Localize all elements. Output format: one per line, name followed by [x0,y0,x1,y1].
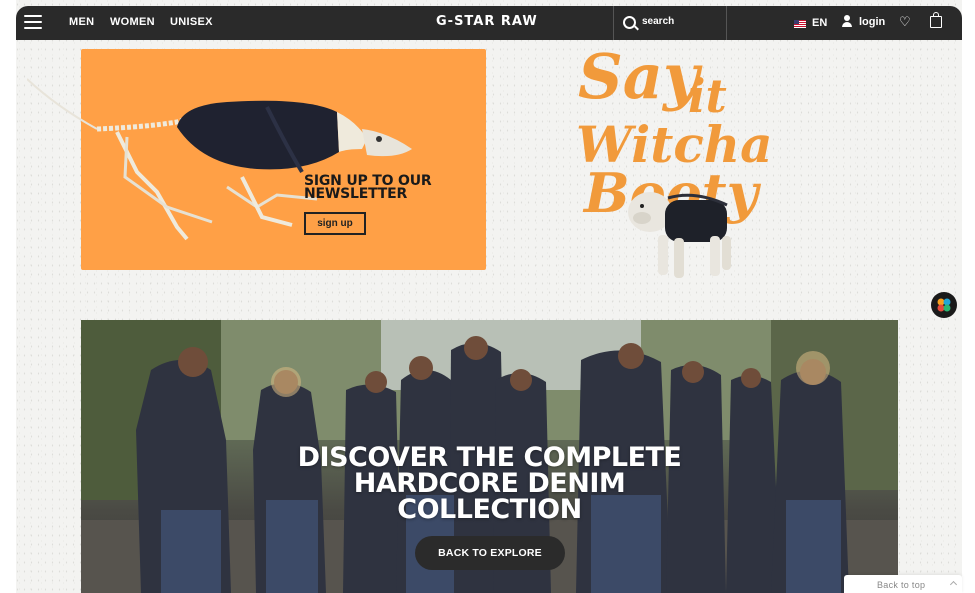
brand-logo[interactable]: G-STAR RAW [436,14,538,29]
art-text-say: Say [578,40,703,113]
banner-headline-line-3: COLLECTION [397,494,582,525]
chevron-up-icon [949,580,958,589]
back-to-explore-button[interactable]: BACK TO EXPLORE [415,536,565,570]
bulldog-illustration [628,192,731,278]
menu-icon[interactable] [24,15,42,29]
search-icon [623,16,636,29]
nav-link-men[interactable]: MEN [69,16,94,28]
bag-icon[interactable] [930,12,942,28]
language-selector[interactable]: EN [812,17,827,29]
window-edge-right [962,0,975,593]
user-icon[interactable] [842,15,852,29]
top-navigation: MEN WOMEN UNISEX G-STAR RAW search EN lo… [16,6,962,40]
login-link[interactable]: login [859,16,885,28]
nav-link-women[interactable]: WOMEN [110,16,155,28]
heart-icon[interactable]: ♡ [899,15,911,28]
signup-button[interactable]: sign up [304,212,366,235]
say-it-witcha-booty-artwork: Say it Witcha Booty [576,40,773,278]
window-edge-left [0,0,16,593]
back-to-top-label: Back to top [877,580,926,590]
newsletter-title: SIGN UP TO OUR NEWSLETTER [304,174,432,202]
hero-banner[interactable]: DISCOVER THE COMPLETE HARDCORE DENIM COL… [81,320,898,593]
back-to-top-button[interactable]: Back to top [844,575,962,593]
flag-us-icon[interactable] [794,20,806,28]
search-label: search [642,16,675,27]
newsletter-title-line-2: NEWSLETTER [304,186,408,202]
assistant-dots-icon [937,298,951,312]
banner-headline: DISCOVER THE COMPLETE HARDCORE DENIM COL… [281,444,698,525]
newsletter-card: SIGN UP TO OUR NEWSLETTER sign up [27,49,486,270]
assistant-widget-icon[interactable] [931,292,957,318]
nav-link-unisex[interactable]: UNISEX [170,16,213,28]
search-box[interactable]: search [613,6,727,40]
